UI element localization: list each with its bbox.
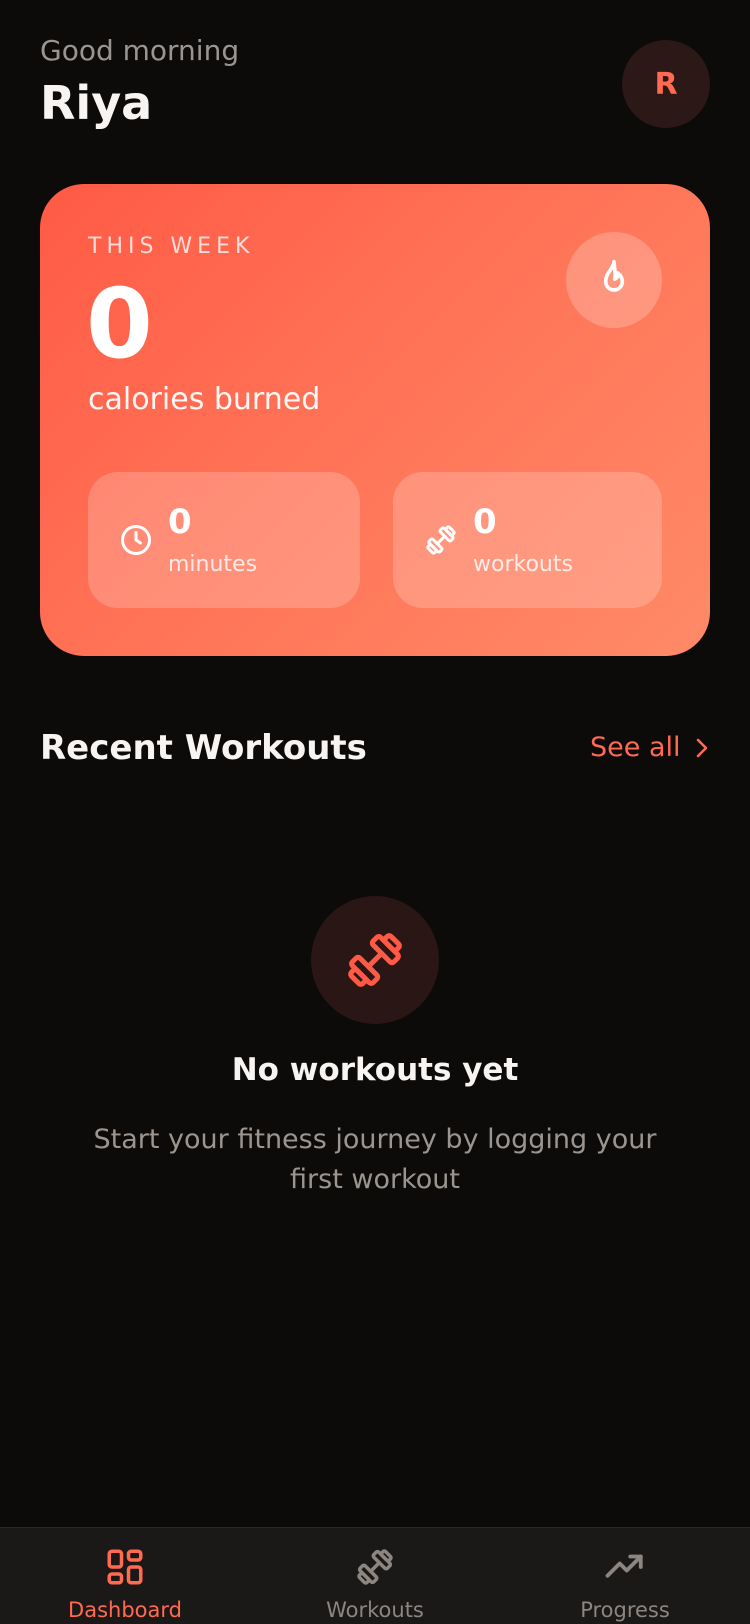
nav-label-workouts: Workouts — [326, 1598, 424, 1622]
nav-item-dashboard[interactable]: Dashboard — [0, 1528, 250, 1624]
see-all-link[interactable]: See all — [590, 732, 709, 763]
flame-icon — [603, 259, 625, 292]
dumbbell-icon — [357, 1549, 393, 1585]
bottom-nav: Dashboard Workouts Progress — [0, 1527, 750, 1624]
dumbbell-icon — [426, 525, 456, 555]
grid-icon — [107, 1549, 143, 1585]
user-name: Riya — [40, 76, 153, 130]
see-all-label: See all — [590, 732, 681, 763]
minutes-value: 0 — [168, 502, 192, 542]
empty-state-title: No workouts yet — [231, 1052, 519, 1088]
empty-state-badge — [311, 896, 439, 1024]
workouts-label: workouts — [473, 552, 573, 577]
clock-icon — [121, 525, 151, 555]
workouts-value: 0 — [473, 502, 497, 542]
trend-up-icon — [605, 1554, 643, 1578]
recent-workouts-title: Recent Workouts — [40, 728, 367, 768]
nav-item-progress[interactable]: Progress — [500, 1528, 750, 1624]
flame-badge — [566, 232, 662, 328]
nav-item-workouts[interactable]: Workouts — [250, 1528, 500, 1624]
minutes-stat-card: 0 minutes — [88, 472, 360, 608]
weekly-stats-card: THIS WEEK 0 calories burned 0 minutes 0 … — [40, 184, 710, 656]
dumbbell-icon — [348, 933, 402, 987]
nav-label-dashboard: Dashboard — [68, 1598, 182, 1622]
calories-label: calories burned — [88, 382, 321, 417]
empty-state-subtitle: Start your fitness journey by logging yo… — [93, 1124, 657, 1195]
chevron-right-icon — [696, 738, 707, 757]
nav-label-progress: Progress — [580, 1598, 670, 1622]
greeting-text: Good morning — [40, 34, 240, 67]
workouts-stat-card: 0 workouts — [393, 472, 662, 608]
minutes-label: minutes — [168, 552, 258, 577]
app-root: Good morning Riya R THIS WEEK 0 calories… — [0, 0, 750, 1624]
period-label: THIS WEEK — [88, 234, 255, 259]
calories-value: 0 — [86, 268, 153, 380]
avatar[interactable]: R — [622, 40, 710, 128]
